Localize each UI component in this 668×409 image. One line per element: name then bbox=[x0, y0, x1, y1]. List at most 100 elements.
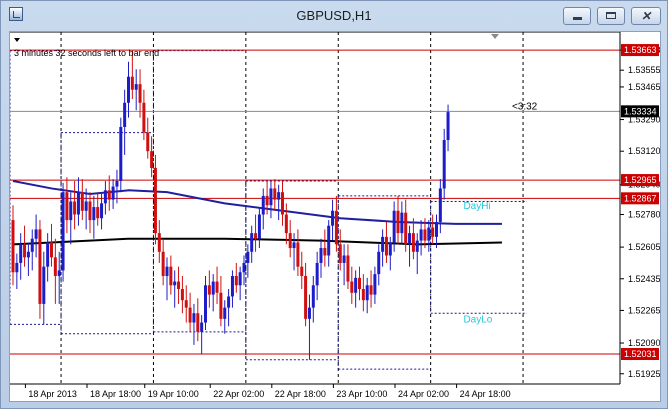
title-bar[interactable]: GBPUSD,H1 ✕ bbox=[1, 1, 667, 31]
candle-body bbox=[408, 233, 412, 245]
candle-body bbox=[250, 233, 254, 252]
price-chart[interactable]: 1.536631.535551.534651.532901.531201.529… bbox=[9, 31, 661, 402]
maximize-button[interactable] bbox=[597, 7, 625, 25]
candle-body bbox=[150, 151, 154, 168]
candle-body bbox=[388, 242, 392, 256]
candle-body bbox=[46, 242, 50, 267]
candle-body bbox=[381, 236, 385, 252]
day-range-box bbox=[430, 200, 527, 314]
candle-body bbox=[173, 281, 177, 286]
candle-body bbox=[200, 322, 204, 332]
chart-canvas[interactable]: 1.536631.535551.534651.532901.531201.529… bbox=[10, 32, 660, 401]
candle-body bbox=[331, 210, 335, 226]
candle-body bbox=[307, 307, 311, 319]
candle-body bbox=[69, 201, 73, 221]
candle-body bbox=[130, 76, 134, 90]
candle-body bbox=[442, 140, 446, 189]
candle-body bbox=[284, 214, 288, 234]
chart-shift-marker-icon[interactable] bbox=[14, 38, 20, 42]
candle-body bbox=[238, 272, 242, 286]
candle-body bbox=[327, 225, 331, 256]
time-tick-label: 23 Apr 10:00 bbox=[336, 389, 387, 399]
price-level-tag-label: 1.52031 bbox=[624, 349, 657, 359]
candle-body bbox=[23, 244, 27, 258]
candle-body bbox=[373, 274, 377, 295]
time-tick-label: 24 Apr 18:00 bbox=[460, 389, 511, 399]
candle-body bbox=[334, 210, 338, 245]
candle-body bbox=[446, 112, 450, 141]
candle-body bbox=[196, 313, 200, 332]
candle-body bbox=[219, 292, 223, 319]
time-tick-label: 19 Apr 10:00 bbox=[148, 389, 199, 399]
candle-body bbox=[42, 266, 46, 304]
candle-body bbox=[119, 126, 123, 181]
candle-body bbox=[88, 201, 92, 221]
candle-body bbox=[73, 201, 77, 215]
day-range-box bbox=[60, 132, 154, 335]
candle-body bbox=[377, 251, 381, 275]
candle-body bbox=[242, 262, 246, 273]
price-tick-label: 1.53465 bbox=[628, 82, 660, 92]
candle-body bbox=[246, 251, 250, 263]
candle-body bbox=[315, 262, 319, 286]
time-tick-label: 18 Apr 2013 bbox=[28, 389, 77, 399]
price-level-tag-label: 1.52965 bbox=[624, 175, 657, 185]
candle-body bbox=[138, 84, 142, 103]
bar-countdown-label: <3:32 bbox=[512, 101, 538, 112]
price-tick-label: 1.52435 bbox=[628, 274, 660, 284]
candle-body bbox=[180, 289, 184, 301]
candle-body bbox=[404, 212, 408, 245]
candle-body bbox=[161, 251, 165, 276]
chart-shift-triangle-icon[interactable] bbox=[491, 34, 499, 39]
minimize-icon bbox=[573, 17, 582, 20]
candle-body bbox=[76, 192, 80, 215]
candle-body bbox=[281, 192, 284, 215]
candle-body bbox=[354, 277, 358, 293]
candle-body bbox=[365, 285, 369, 301]
candle-body bbox=[96, 207, 100, 219]
candle-body bbox=[261, 195, 265, 215]
chart-window: GBPUSD,H1 ✕ 1.536631.535551.534651.53290… bbox=[0, 0, 668, 409]
minimize-button[interactable] bbox=[563, 7, 591, 25]
candle-body bbox=[323, 248, 327, 256]
candle-body bbox=[61, 192, 65, 271]
candle-body bbox=[107, 190, 111, 200]
candle-body bbox=[157, 233, 161, 252]
time-tick-label: 22 Apr 18:00 bbox=[275, 389, 326, 399]
candle-body bbox=[415, 240, 419, 252]
candle-body bbox=[38, 229, 42, 304]
candle-body bbox=[127, 76, 130, 103]
candle-body bbox=[350, 281, 354, 293]
candle-body bbox=[265, 195, 269, 206]
candle-body bbox=[288, 233, 292, 249]
candle-body bbox=[30, 238, 34, 252]
candle-body bbox=[427, 227, 431, 241]
candle-body bbox=[103, 190, 107, 204]
candle-body bbox=[254, 233, 258, 239]
candle-body bbox=[346, 255, 350, 282]
candle-body bbox=[111, 186, 115, 200]
candle-body bbox=[257, 214, 261, 239]
candle-body bbox=[411, 233, 415, 252]
candle-body bbox=[177, 281, 181, 290]
candle-body bbox=[227, 296, 231, 308]
candle-body bbox=[15, 262, 19, 273]
price-tick-label: 1.51925 bbox=[628, 369, 660, 379]
candle-body bbox=[26, 251, 30, 258]
candle-body bbox=[153, 167, 157, 234]
candle-body bbox=[207, 285, 211, 295]
candle-body bbox=[192, 313, 196, 323]
candle-body bbox=[204, 285, 207, 323]
candle-body bbox=[342, 255, 346, 263]
candle-body bbox=[296, 242, 300, 267]
candle-body bbox=[134, 84, 138, 90]
price-tick-label: 1.52605 bbox=[628, 242, 660, 252]
candle-body bbox=[273, 188, 277, 200]
candle-body bbox=[146, 132, 150, 152]
close-button[interactable]: ✕ bbox=[631, 7, 661, 25]
candle-body bbox=[304, 275, 308, 319]
candle-body bbox=[358, 277, 361, 290]
candle-body bbox=[435, 221, 438, 237]
candle-body bbox=[84, 201, 88, 211]
price-level-tag-label: 1.52867 bbox=[624, 193, 657, 203]
